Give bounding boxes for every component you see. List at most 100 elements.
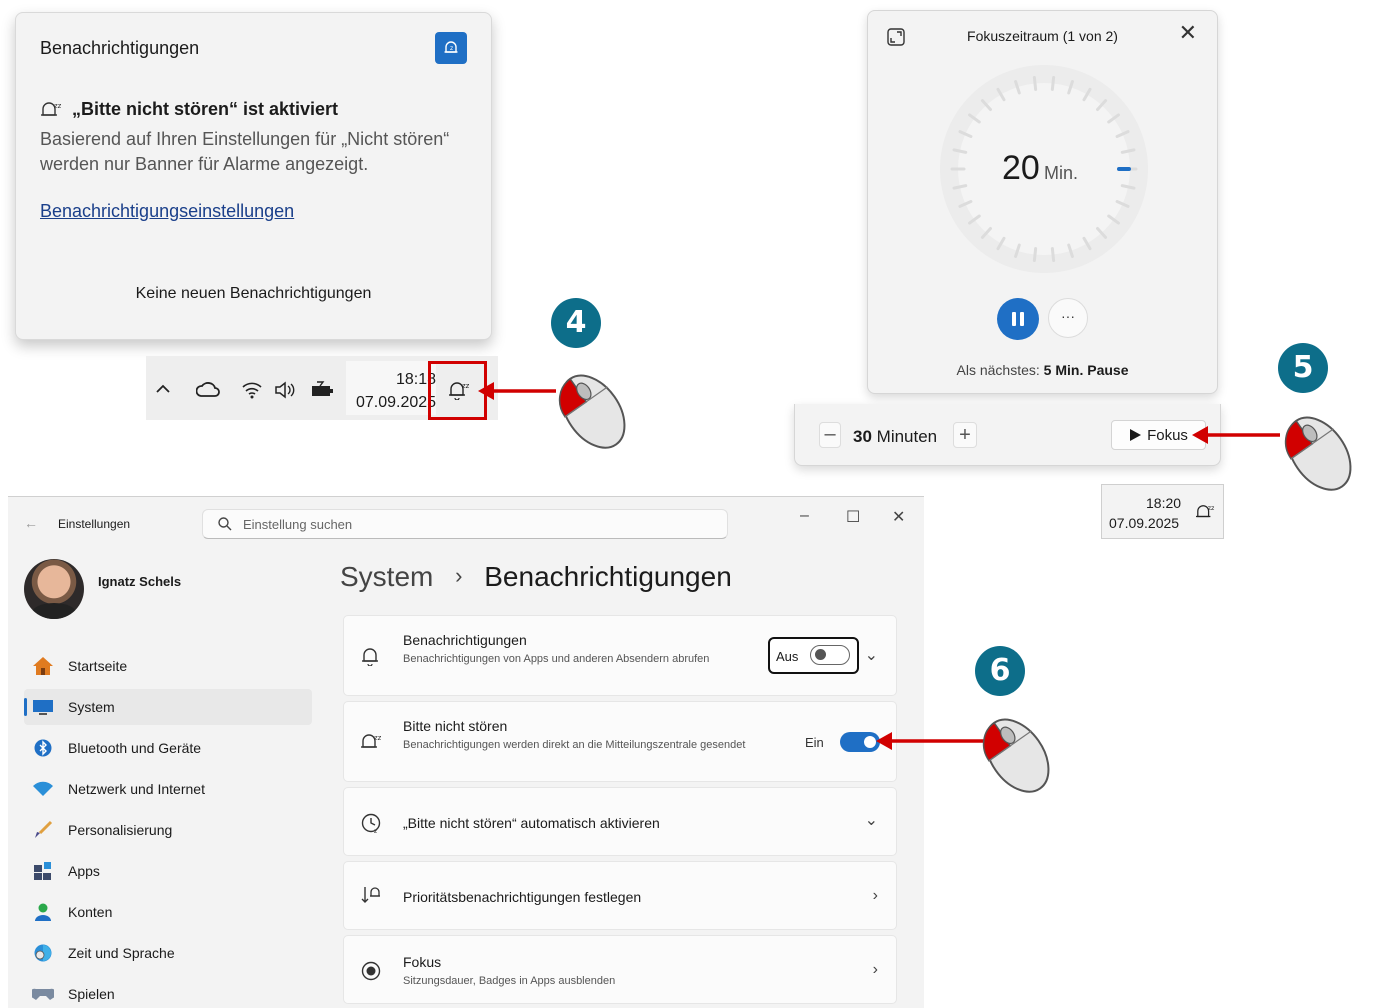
app-title: Einstellungen bbox=[58, 517, 131, 531]
step-badge-4: 4 bbox=[551, 298, 601, 348]
sidebar-item-label: System bbox=[68, 699, 115, 715]
network-icon bbox=[32, 778, 54, 800]
sidebar-item-label: Personalisierung bbox=[68, 822, 173, 838]
clock-date: 07.09.2025 bbox=[1109, 515, 1180, 531]
chevron-right-icon[interactable]: › bbox=[873, 887, 878, 905]
battery-icon[interactable] bbox=[309, 381, 335, 399]
toggle-state-label: Ein bbox=[805, 735, 824, 750]
focus-card[interactable]: Fokus Sitzungsdauer, Badges in Apps ausb… bbox=[343, 935, 897, 1004]
pause-button[interactable] bbox=[997, 298, 1039, 340]
card-subtitle: Benachrichtigungen werden direkt an die … bbox=[403, 739, 746, 751]
focus-duration: 30 Minuten bbox=[853, 427, 937, 447]
dial-tick bbox=[1067, 80, 1074, 95]
chevron-right-icon[interactable]: › bbox=[873, 961, 878, 979]
dial-tick bbox=[968, 113, 981, 124]
notifications-toggle[interactable] bbox=[810, 645, 850, 665]
sidebar-item-network[interactable]: Netzwerk und Internet bbox=[24, 771, 312, 807]
dial-tick bbox=[1096, 99, 1108, 112]
sidebar-item-startseite[interactable]: Startseite bbox=[24, 648, 312, 684]
dial-tick bbox=[958, 200, 973, 208]
sidebar-item-spielen[interactable]: Spielen bbox=[24, 976, 312, 1008]
close-icon[interactable]: ✕ bbox=[1179, 20, 1197, 46]
mouse-icon bbox=[1284, 416, 1352, 491]
bell-icon bbox=[362, 648, 378, 666]
bell-dnd-icon: zz bbox=[41, 102, 62, 116]
dnd-card[interactable]: zz Bitte nicht stören Benachrichtigungen… bbox=[343, 701, 897, 782]
empty-state-text: Keine neuen Benachrichtigungen bbox=[135, 285, 372, 302]
timer-minutes: 20 bbox=[1002, 149, 1040, 187]
dial-tick bbox=[1050, 76, 1056, 91]
bell-dnd-icon[interactable]: zz bbox=[1195, 503, 1215, 521]
card-subtitle: Sitzungsdauer, Badges in Apps ausblenden bbox=[403, 975, 616, 987]
breadcrumb-parent[interactable]: System bbox=[340, 561, 433, 592]
avatar[interactable] bbox=[24, 559, 84, 619]
search-placeholder: Einstellung suchen bbox=[243, 517, 353, 532]
flyout-title: Benachrichtigungen bbox=[40, 38, 200, 58]
search-input[interactable]: Einstellung suchen bbox=[202, 509, 728, 539]
sidebar-item-label: Netzwerk und Internet bbox=[68, 781, 205, 797]
notification-flyout: Benachrichtigungen z zz „Bitte nicht stö… bbox=[15, 12, 492, 340]
sidebar-item-bluetooth[interactable]: Bluetooth und Geräte bbox=[24, 730, 312, 766]
focus-title: Fokuszeitraum (1 von 2) bbox=[967, 28, 1118, 44]
timer-unit: Min. bbox=[1044, 163, 1079, 183]
bluetooth-icon bbox=[32, 737, 54, 759]
dial-tick bbox=[1014, 80, 1021, 95]
auto-dnd-card[interactable]: z „Bitte nicht stören“ automatisch aktiv… bbox=[343, 787, 897, 856]
dial-tick bbox=[1107, 214, 1120, 225]
brush-icon bbox=[32, 819, 54, 841]
sidebar-item-label: Zeit und Sprache bbox=[68, 945, 175, 961]
more-options-button[interactable]: ··· bbox=[1048, 298, 1088, 338]
focus-start-bar: – 30 Minuten + Fokus bbox=[794, 404, 1221, 466]
start-focus-label: Fokus bbox=[1147, 426, 1188, 444]
minimize-icon[interactable]: – bbox=[800, 507, 809, 525]
focus-icon bbox=[361, 961, 381, 981]
card-title: Benachrichtigungen bbox=[403, 632, 527, 648]
duration-value: 30 bbox=[853, 427, 872, 446]
sidebar-item-personalisierung[interactable]: Personalisierung bbox=[24, 812, 312, 848]
sidebar-item-apps[interactable]: Apps bbox=[24, 853, 312, 889]
next-session-text: Als nächstes: 5 Min. Pause bbox=[868, 362, 1217, 378]
sidebar-item-system[interactable]: System bbox=[24, 689, 312, 725]
sidebar-item-zeit-sprache[interactable]: Zeit und Sprache bbox=[24, 935, 312, 971]
speaker-icon[interactable] bbox=[274, 381, 298, 399]
close-icon[interactable]: ✕ bbox=[892, 507, 905, 527]
dial-tick bbox=[1082, 87, 1092, 102]
step-badge-6: 6 bbox=[975, 646, 1025, 696]
svg-text:z: z bbox=[450, 45, 453, 52]
notification-settings-link[interactable]: Benachrichtigungseinstellungen bbox=[40, 201, 294, 222]
cloud-icon[interactable] bbox=[196, 382, 220, 398]
svg-text:zz: zz bbox=[374, 734, 382, 742]
focus-timer-panel: Fokuszeitraum (1 von 2) ✕ 20 Min. ··· Al… bbox=[867, 10, 1218, 394]
timer-progress-marker bbox=[1117, 167, 1131, 171]
taskbar-clock[interactable]: 18:20 07.09.2025 zz bbox=[1101, 484, 1224, 539]
increase-button[interactable]: + bbox=[953, 422, 977, 448]
dnd-toggle-button[interactable]: z bbox=[435, 32, 467, 64]
priority-card[interactable]: Prioritätsbenachrichtigungen festlegen › bbox=[343, 861, 897, 930]
breadcrumb: System › Benachrichtigungen bbox=[340, 561, 732, 593]
dial-tick bbox=[1120, 148, 1136, 154]
chevron-up-icon[interactable] bbox=[156, 384, 170, 394]
sidebar-item-label: Konten bbox=[68, 904, 113, 920]
dnd-description: Basierend auf Ihren Einstellungen für „N… bbox=[40, 129, 450, 174]
notifications-card[interactable]: Benachrichtigungen Benachrichtigungen vo… bbox=[343, 615, 897, 696]
wifi-icon[interactable] bbox=[241, 381, 263, 399]
back-arrow-icon[interactable]: ← bbox=[24, 515, 38, 531]
gamepad-icon bbox=[32, 983, 54, 1005]
dial-tick bbox=[1115, 130, 1130, 138]
svg-text:zz: zz bbox=[1208, 505, 1215, 512]
sidebar-item-label: Spielen bbox=[68, 986, 115, 1002]
sidebar-item-label: Bluetooth und Geräte bbox=[68, 740, 202, 756]
bell-dnd-icon: zz bbox=[361, 734, 382, 748]
dial-tick bbox=[980, 99, 992, 112]
monitor-icon bbox=[32, 696, 54, 718]
decrease-button[interactable]: – bbox=[819, 422, 841, 448]
sidebar-item-konten[interactable]: Konten bbox=[24, 894, 312, 930]
clock-date: 07.09.2025 bbox=[356, 394, 437, 411]
chevron-down-icon[interactable]: ⌄ bbox=[865, 645, 878, 665]
sidebar-item-label: Startseite bbox=[68, 658, 128, 674]
page-title: Benachrichtigungen bbox=[484, 561, 732, 592]
taskbar-tray: 18:18 07.09.2025 zz bbox=[146, 356, 498, 420]
chevron-down-icon[interactable]: ⌄ bbox=[865, 810, 878, 830]
maximize-icon[interactable]: ☐ bbox=[846, 507, 860, 527]
dial-tick bbox=[1096, 226, 1108, 239]
